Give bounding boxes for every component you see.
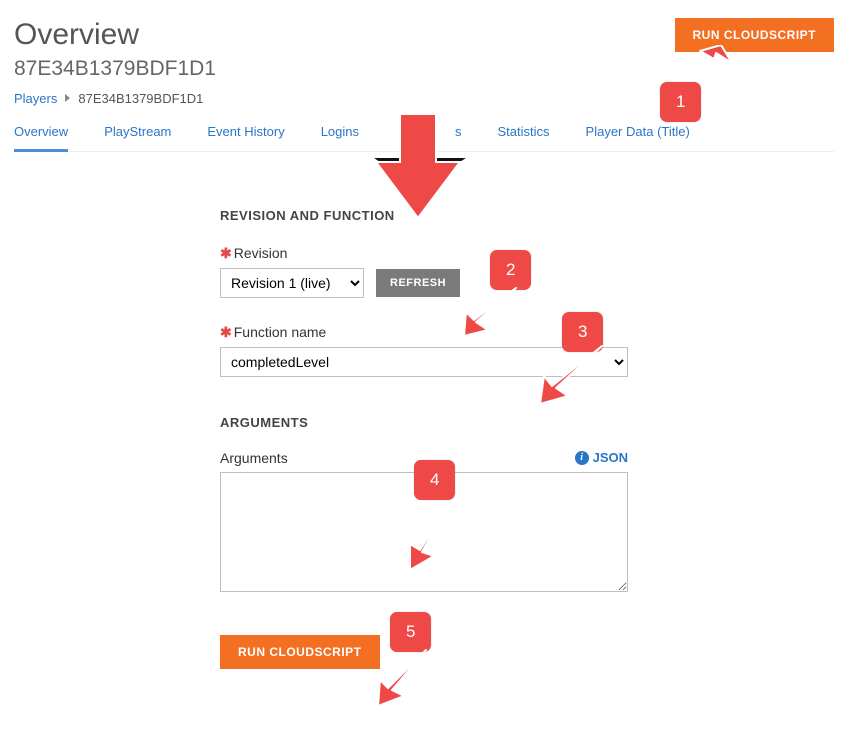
- page-subtitle: 87E34B1379BDF1D1: [14, 57, 216, 81]
- breadcrumb-root-link[interactable]: Players: [14, 91, 57, 106]
- info-icon: i: [575, 451, 589, 465]
- page-title: Overview: [14, 18, 216, 53]
- callout-2-label: 2: [490, 250, 531, 290]
- callout-3-label: 3: [562, 312, 603, 352]
- tab-player-data[interactable]: Player Data (Title): [586, 124, 690, 151]
- arguments-label: Arguments: [220, 450, 288, 466]
- revision-select[interactable]: Revision 1 (live): [220, 268, 364, 298]
- function-name-label-text: Function name: [234, 324, 327, 340]
- refresh-button[interactable]: REFRESH: [376, 269, 460, 297]
- tab-bar: Overview PlayStream Event History Logins…: [14, 124, 834, 152]
- arguments-section-heading: ARGUMENTS: [220, 415, 628, 430]
- chevron-right-icon: [65, 94, 70, 102]
- json-hint-text: JSON: [593, 450, 628, 465]
- revision-label: ✱Revision: [220, 245, 628, 262]
- required-asterisk-icon: ✱: [220, 324, 232, 340]
- tab-playstream[interactable]: PlayStream: [104, 124, 171, 151]
- tab-statistics[interactable]: Statistics: [498, 124, 550, 151]
- breadcrumb-current: 87E34B1379BDF1D1: [78, 91, 203, 106]
- revision-section-heading: REVISION AND FUNCTION: [220, 208, 628, 223]
- callout-4-label: 4: [414, 460, 455, 500]
- tab-unknown[interactable]: s: [455, 124, 462, 151]
- dark-triangle-icon: [374, 158, 466, 195]
- run-cloudscript-button[interactable]: RUN CLOUDSCRIPT: [220, 635, 380, 669]
- breadcrumb: Players 87E34B1379BDF1D1: [14, 91, 834, 106]
- revision-label-text: Revision: [234, 245, 288, 261]
- run-cloudscript-top-button[interactable]: RUN CLOUDSCRIPT: [675, 18, 835, 52]
- json-hint-link[interactable]: i JSON: [575, 450, 628, 465]
- tab-event-history[interactable]: Event History: [207, 124, 284, 151]
- required-asterisk-icon: ✱: [220, 245, 232, 261]
- callout-1-label: 1: [660, 82, 701, 122]
- callout-5-label: 5: [390, 612, 431, 652]
- tab-logins[interactable]: Logins: [321, 124, 359, 151]
- tab-overview[interactable]: Overview: [14, 124, 68, 151]
